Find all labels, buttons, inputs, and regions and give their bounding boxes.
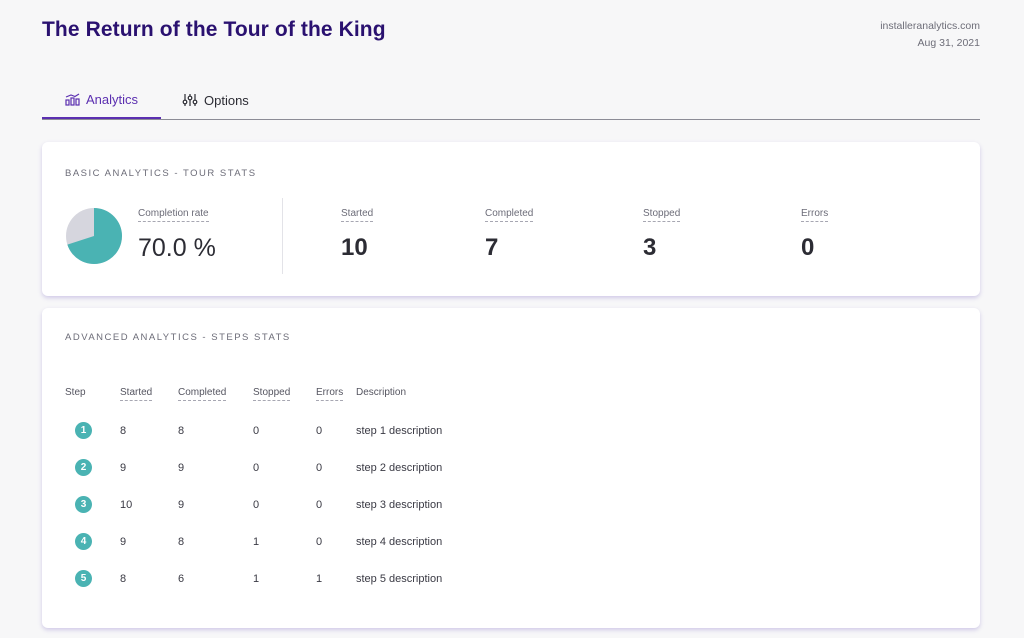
step-errors-cell: 1 — [316, 572, 323, 585]
step-started-cell: 10 — [120, 498, 133, 511]
errors-stat: Errors 0 — [801, 203, 829, 262]
stats-divider — [282, 198, 283, 274]
step-description-cell: step 5 description — [356, 572, 443, 585]
col-started: Started — [120, 384, 178, 412]
analytics-chart-icon — [65, 93, 80, 106]
step-completed-cell: 9 — [178, 498, 185, 511]
table-row: 1 8 8 0 0 step 1 description — [65, 412, 486, 449]
table-row: 2 9 9 0 0 step 2 description — [65, 449, 486, 486]
step-stopped-cell: 0 — [253, 498, 260, 511]
completion-rate-stat: Completion rate 70.0 % — [138, 203, 216, 263]
errors-value: 0 — [801, 234, 815, 261]
completed-label: Completed — [485, 208, 534, 222]
col-description: Description — [356, 386, 407, 398]
tab-options[interactable]: Options — [182, 82, 249, 118]
step-stopped-cell: 1 — [253, 535, 260, 548]
sliders-icon — [182, 93, 198, 107]
step-stopped-cell: 0 — [253, 424, 260, 437]
step-number-badge: 2 — [75, 459, 92, 476]
stopped-stat: Stopped 3 — [643, 203, 681, 262]
table-row: 5 8 6 1 1 step 5 description — [65, 560, 486, 597]
page-header: The Return of the Tour of the King insta… — [42, 16, 980, 56]
step-number-badge: 4 — [75, 533, 92, 550]
step-stopped-cell: 0 — [253, 461, 260, 474]
step-completed-cell: 8 — [178, 424, 185, 437]
tab-options-label: Options — [204, 92, 249, 108]
step-description-cell: step 2 description — [356, 461, 443, 474]
advanced-analytics-card: ADVANCED ANALYTICS - STEPS STATS Step St… — [42, 308, 980, 628]
table-row: 3 10 9 0 0 step 3 description — [65, 486, 486, 523]
completion-rate-label: Completion rate — [138, 208, 209, 222]
step-started-cell: 9 — [120, 535, 127, 548]
col-stopped: Stopped — [253, 384, 316, 412]
step-errors-cell: 0 — [316, 424, 323, 437]
step-number-badge: 5 — [75, 570, 92, 587]
stopped-label: Stopped — [643, 208, 681, 222]
step-number-badge: 1 — [75, 422, 92, 439]
step-errors-cell: 0 — [316, 498, 323, 511]
step-completed-cell: 9 — [178, 461, 185, 474]
completion-rate-value: 70.0 % — [138, 234, 216, 262]
tab-analytics[interactable]: Analytics — [42, 82, 161, 119]
table-row: 4 9 8 1 0 step 4 description — [65, 523, 486, 560]
col-errors: Errors — [316, 384, 356, 412]
report-date: Aug 31, 2021 — [917, 37, 980, 49]
step-description-cell: step 3 description — [356, 498, 443, 511]
stopped-value: 3 — [643, 234, 657, 261]
started-stat: Started 10 — [341, 203, 374, 262]
errors-label: Errors — [801, 208, 829, 222]
steps-table: Step Started Completed Stopped Errors De… — [65, 384, 486, 597]
step-started-cell: 9 — [120, 461, 127, 474]
step-started-cell: 8 — [120, 572, 127, 585]
step-number-badge: 3 — [75, 496, 92, 513]
tab-analytics-label: Analytics — [85, 92, 139, 107]
step-errors-cell: 0 — [316, 461, 323, 474]
site-name: installeranalytics.com — [880, 20, 980, 32]
completion-pie-chart — [66, 208, 123, 264]
step-description-cell: step 4 description — [356, 535, 443, 548]
step-completed-cell: 6 — [178, 572, 185, 585]
step-started-cell: 8 — [120, 424, 127, 437]
step-stopped-cell: 1 — [253, 572, 260, 585]
advanced-analytics-title: ADVANCED ANALYTICS - STEPS STATS — [65, 332, 291, 343]
completed-value: 7 — [485, 234, 499, 261]
steps-table-header: Step Started Completed Stopped Errors De… — [65, 384, 486, 412]
tab-bar: Analytics Options — [42, 82, 980, 120]
started-label: Started — [341, 208, 374, 222]
col-completed: Completed — [178, 384, 253, 412]
step-errors-cell: 0 — [316, 535, 323, 548]
col-step: Step — [65, 386, 86, 398]
basic-analytics-card: BASIC ANALYTICS - TOUR STATS Completion … — [42, 142, 980, 296]
basic-analytics-title: BASIC ANALYTICS - TOUR STATS — [65, 168, 257, 179]
step-description-cell: step 1 description — [356, 424, 443, 437]
page-title: The Return of the Tour of the King — [42, 18, 386, 41]
completed-stat: Completed 7 — [485, 203, 534, 262]
header-meta: installeranalytics.com Aug 31, 2021 — [880, 18, 980, 52]
step-completed-cell: 8 — [178, 535, 185, 548]
started-value: 10 — [341, 234, 368, 261]
